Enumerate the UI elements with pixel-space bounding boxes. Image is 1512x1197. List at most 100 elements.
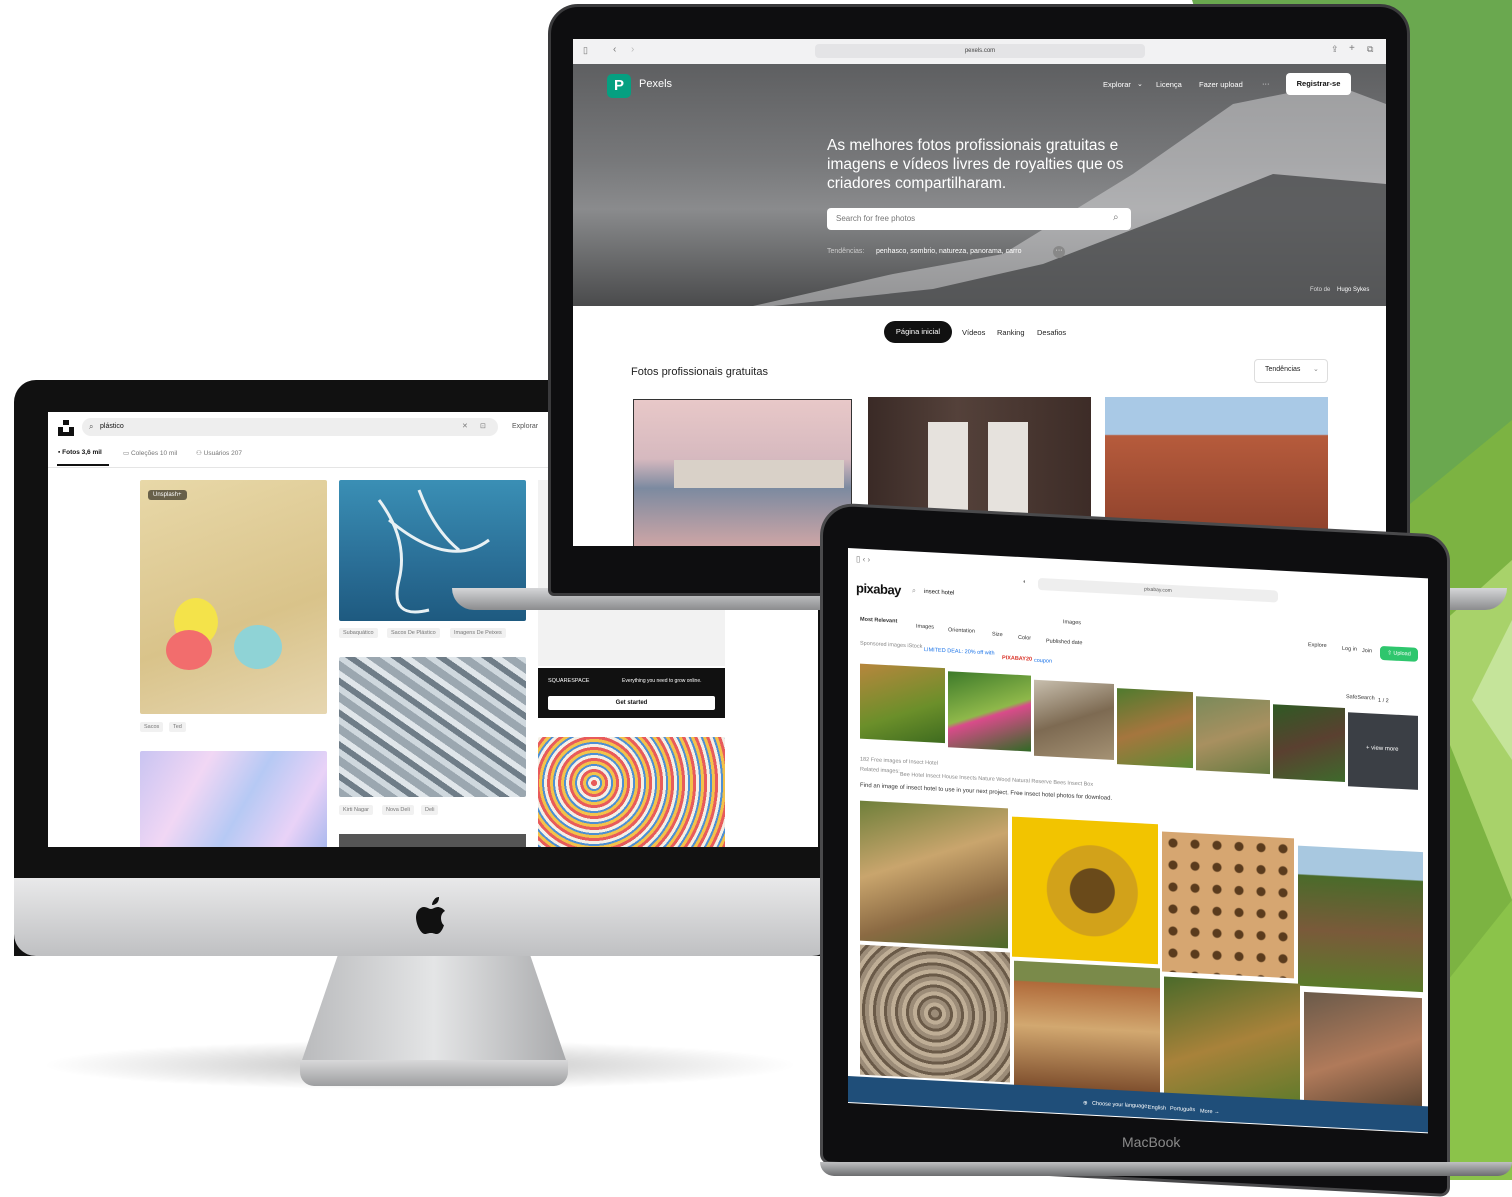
nav-join[interactable]: Join [1362,648,1372,655]
sponsored-photo[interactable] [1117,688,1193,769]
pager[interactable]: 1 / 2 [1378,698,1389,705]
photo-confetti[interactable] [538,737,725,847]
tab-videos[interactable]: Vídeos [962,328,985,337]
lang-english[interactable]: English [1148,1105,1166,1112]
lang-portuguese[interactable]: Português [1170,1106,1195,1113]
filter-orientation[interactable]: Orientation [948,627,975,634]
get-started-button[interactable]: Get started [548,696,715,710]
photo-hotel-field[interactable] [1298,845,1423,993]
photo-wood-holes[interactable] [1162,831,1294,979]
brand-name[interactable]: Pexels [639,78,672,90]
deal-text[interactable]: LIMITED DEAL: 20% off with [924,647,995,657]
photo-city-river[interactable] [633,399,852,546]
lang-more[interactable]: More → [1200,1108,1220,1115]
tag[interactable]: Imagens De Peixes [450,628,506,638]
trends-list[interactable]: penhasco, sombrio, natureza, panorama, c… [876,248,1022,255]
nav-explore[interactable]: Explore [1308,642,1327,649]
sponsored-photo[interactable] [860,663,945,744]
search-input[interactable]: Search for free photos ⌕ [827,208,1131,230]
more-icon[interactable]: ··· [1262,79,1270,88]
filter-relevance[interactable]: Most Relevant [860,617,897,625]
macbook-chin: MacBook [822,1120,1448,1164]
sponsored-photo[interactable] [1034,679,1114,760]
squarespace-ad[interactable]: SQUARESPACE Everything you need to grow … [538,668,725,718]
macbook-label: MacBook [1122,1134,1181,1150]
image-icon: ▪ [58,449,61,456]
related-label: Related images: [860,766,900,775]
tab-users[interactable]: ⚇ Usuários 207 [196,449,242,457]
photo-plastic-bottles[interactable] [339,657,526,797]
photo-insect-hotel[interactable] [860,800,1008,949]
photo-credit-name[interactable]: Hugo Sykes [1337,287,1369,293]
filter-size[interactable]: Size [992,632,1003,639]
filter-images[interactable]: Images [916,624,934,631]
search-icon[interactable]: ⌕ [1113,212,1119,223]
share-icon[interactable]: ⇪ [1331,44,1339,55]
back-icon[interactable]: ‹ [613,44,616,55]
tabs-icon[interactable]: ⧉ [1367,44,1373,55]
pexels-logo-icon[interactable]: P [607,74,631,98]
nav-explore[interactable]: Explorar [1103,80,1131,89]
tab-challenges[interactable]: Desafios [1037,328,1066,337]
shield-icon: ◐ [1023,579,1027,586]
sidebar-icon[interactable]: ▯ [583,45,588,56]
search-input[interactable]: insect hotel [924,589,954,597]
imac-chin [14,878,834,956]
tab-collections[interactable]: ▭ Coleções 10 mil [123,449,177,457]
sponsored-photo[interactable] [1196,696,1270,775]
address-bar[interactable]: pixabay.com [1038,577,1278,603]
photo-bee[interactable] [1012,816,1158,965]
sort-dropdown[interactable]: Tendências ⌄ [1254,359,1328,383]
tab-home[interactable]: Página inicial [884,321,952,343]
sponsored-label: Sponsored images iStock [860,640,923,650]
pixabay-logo[interactable]: pixabay [856,580,901,597]
tag[interactable]: Sacos De Plástico [387,628,440,638]
photo-balloons[interactable]: Unsplash+ [140,480,327,714]
chevron-down-icon: ⌄ [1313,366,1319,373]
filter-published[interactable]: Published date [1046,638,1082,646]
signup-button[interactable]: Registrar-se [1286,73,1351,95]
filter-color[interactable]: Color [1018,635,1031,642]
nav-login[interactable]: Log in [1342,646,1357,653]
more-trends-icon[interactable]: ··· [1053,246,1065,258]
photo-hotel-front[interactable] [1014,960,1160,1097]
photo-log[interactable] [860,944,1010,1083]
tab-ranking[interactable]: Ranking [997,328,1025,337]
photo-iridescent[interactable] [140,751,327,847]
media-type-select[interactable]: Images [1063,619,1081,626]
new-tab-icon[interactable]: + [1349,43,1355,54]
tag[interactable]: Ted [169,722,186,732]
tag[interactable]: Subaquático [339,628,378,638]
nav-upload[interactable]: Fazer upload [1199,80,1243,89]
sponsored-photo[interactable] [1273,704,1345,783]
search-icon: ⌕ [89,422,94,431]
photo-partial[interactable] [339,834,526,847]
tag[interactable]: Kirti Nagar [339,805,373,815]
visual-search-icon[interactable]: ⊡ [480,418,486,436]
tag[interactable]: Nova Deli [382,805,414,815]
tag[interactable]: Sacos [140,722,164,732]
unsplash-logo-icon[interactable] [58,420,74,436]
buildings [674,460,844,488]
sponsored-photo[interactable] [948,671,1031,752]
tab-photos[interactable]: ▪ Fotos 3,6 mil [58,449,102,456]
search-placeholder: Search for free photos [836,214,916,223]
safesearch-label[interactable]: SafeSearch [1346,694,1375,702]
coupon-word: coupon [1034,657,1053,665]
search-input[interactable]: ⌕ plástico ✕ ⊡ [82,418,498,436]
tab-underline [57,464,109,466]
results-count: 182 Free images of Insect Hotel [860,756,938,767]
address-bar[interactable]: pexels.com [815,44,1145,58]
choose-language-label: Choose your language: [1092,1100,1149,1110]
forward-icon[interactable]: › [631,44,634,55]
sidebar-icon[interactable]: ▯ ‹ › [856,554,870,564]
clear-icon[interactable]: ✕ [462,418,468,436]
trends-label: Tendências: [827,248,865,255]
tag[interactable]: Deli [421,805,439,815]
users-icon: ⚇ [196,450,202,457]
explore-link[interactable]: Explorar [512,423,538,430]
photo-hotel-roof[interactable] [1164,976,1300,1110]
upload-button[interactable]: ⇧ Upload [1380,645,1418,662]
view-more-tile[interactable]: + view more [1348,712,1418,790]
nav-license[interactable]: Licença [1156,80,1182,89]
